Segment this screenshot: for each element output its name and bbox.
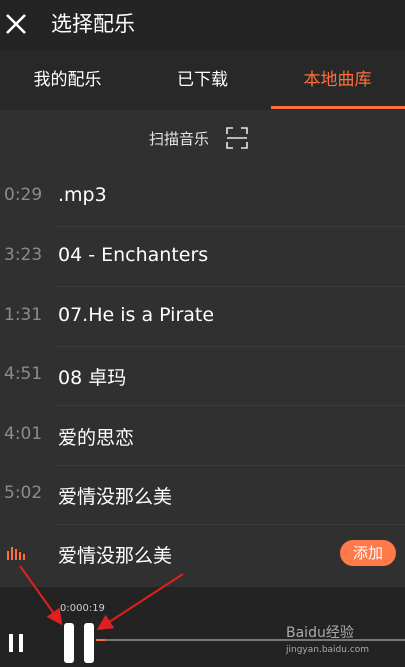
- playback-timecode: 0:000:19: [60, 603, 105, 614]
- scan-music-button[interactable]: 扫描音乐: [0, 112, 405, 166]
- tab-my-music[interactable]: 我的配乐: [0, 50, 135, 110]
- song-row[interactable]: 5:02 爱情没那么美: [0, 466, 405, 525]
- row-divider: [56, 405, 405, 406]
- pause-icon[interactable]: [8, 634, 24, 652]
- song-row[interactable]: 3:23 04 - Enchanters: [0, 228, 405, 287]
- song-duration: 1:31: [4, 305, 43, 325]
- song-duration: 4:01: [4, 424, 43, 444]
- song-title: 爱情没那么美: [58, 545, 173, 567]
- song-title: 爱的思恋: [58, 427, 135, 449]
- tab-bar: 我的配乐 已下载 本地曲库: [0, 50, 405, 110]
- header-bar: 选择配乐: [0, 0, 405, 50]
- row-divider: [56, 226, 405, 227]
- progress-track[interactable]: [96, 639, 405, 641]
- tab-downloaded[interactable]: 已下载: [135, 50, 270, 110]
- song-title: 07.He is a Pirate: [58, 304, 215, 326]
- song-title: 04 - Enchanters: [58, 244, 209, 266]
- song-row[interactable]: 4:51 08 卓玛: [0, 347, 405, 406]
- scan-music-label: 扫描音乐: [149, 130, 210, 148]
- song-row[interactable]: 0:29 .mp3: [0, 168, 405, 227]
- close-icon[interactable]: [6, 12, 26, 36]
- playing-wave-icon: [7, 547, 25, 560]
- active-tab-indicator: [271, 106, 405, 109]
- page-title: 选择配乐: [51, 12, 135, 36]
- song-row[interactable]: 4:01 爱的思恋: [0, 407, 405, 466]
- song-title: 爱情没那么美: [58, 486, 173, 508]
- row-divider: [56, 286, 405, 287]
- song-duration: 5:02: [4, 483, 43, 503]
- song-duration: 4:51: [4, 364, 43, 384]
- trim-start-handle[interactable]: [64, 623, 74, 663]
- song-title: 08 卓玛: [58, 367, 127, 389]
- scan-icon[interactable]: [226, 127, 248, 149]
- song-duration: 0:29: [4, 185, 43, 205]
- trim-end-handle[interactable]: [84, 623, 94, 663]
- song-duration: 3:23: [4, 245, 43, 265]
- tab-local-library[interactable]: 本地曲库: [270, 50, 405, 110]
- song-row-playing[interactable]: 爱情没那么美 添加: [0, 525, 405, 584]
- add-button[interactable]: 添加: [340, 540, 396, 566]
- song-row[interactable]: 1:31 07.He is a Pirate: [0, 288, 405, 347]
- song-title: .mp3: [58, 184, 107, 206]
- watermark-logo: Baidu经验: [286, 625, 354, 641]
- watermark-url: jingyan.baidu.com: [286, 645, 370, 655]
- progress-fill: [96, 639, 106, 641]
